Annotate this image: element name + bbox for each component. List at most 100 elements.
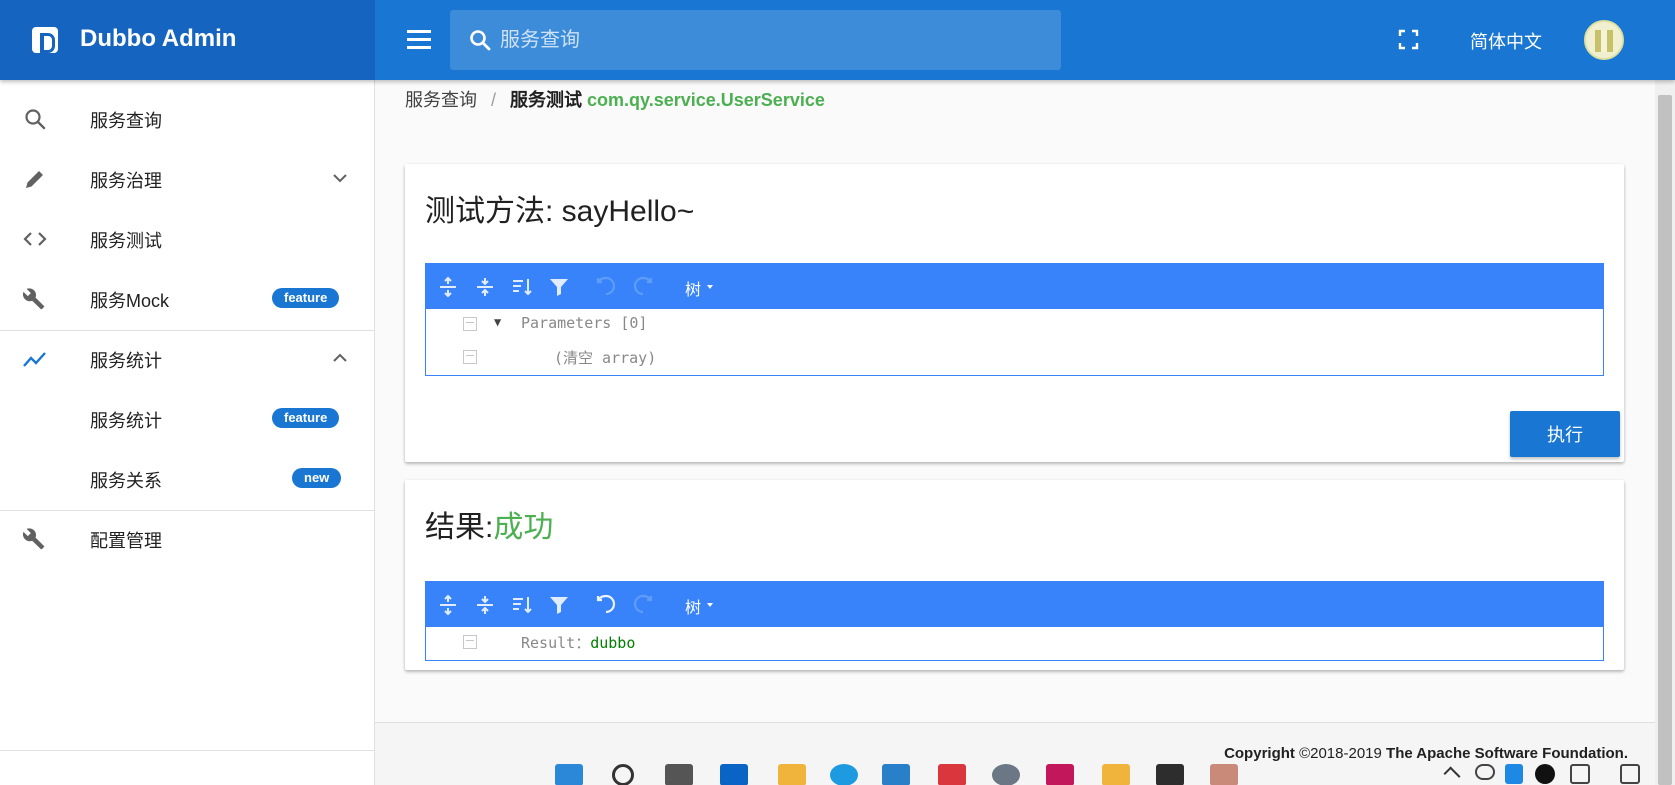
- sidebar-item-service-governance[interactable]: 服务治理: [0, 148, 374, 208]
- search-icon: [470, 30, 491, 51]
- collapse-all-icon[interactable]: [473, 593, 497, 617]
- folder-icon[interactable]: [1102, 764, 1130, 785]
- sidebar-item-config-management[interactable]: 配置管理: [0, 508, 374, 568]
- divider: [0, 750, 374, 751]
- edge-browser-icon[interactable]: [830, 764, 858, 785]
- result-card: 结果:成功 树 Result：dubbo: [405, 480, 1624, 670]
- result-json-editor: 树 Result：dubbo: [425, 581, 1604, 661]
- filter-icon[interactable]: [547, 275, 571, 299]
- avatar[interactable]: [1584, 20, 1624, 60]
- tray-app-icon[interactable]: [1570, 764, 1590, 784]
- file-explorer-icon[interactable]: [778, 764, 806, 785]
- json-editor-toolbar: 树: [426, 264, 1603, 309]
- search-input[interactable]: [500, 24, 1040, 56]
- feature-badge: feature: [272, 288, 340, 308]
- json-key-count: [0]: [620, 314, 648, 332]
- task-view-icon[interactable]: [665, 764, 693, 785]
- chevron-up-icon: [333, 353, 347, 362]
- sidebar-item-label: 服务关系: [90, 471, 162, 491]
- undo-icon[interactable]: [594, 593, 618, 617]
- sidebar-item-label: 服务测试: [90, 231, 162, 251]
- tray-app-icon[interactable]: [1505, 764, 1523, 784]
- menu-icon[interactable]: [405, 27, 433, 53]
- trending-up-icon: [23, 352, 46, 367]
- sidebar-item-label: 配置管理: [90, 531, 162, 551]
- breadcrumb: 服务查询 / 服务测试 com.qy.service.UserService: [405, 86, 825, 112]
- taskbar: [540, 758, 1655, 785]
- cloud-icon[interactable]: [1475, 764, 1495, 780]
- parameters-json-editor: 树 ▼ Parameters [0] (清空 array): [425, 263, 1604, 376]
- filter-icon[interactable]: [547, 593, 571, 617]
- vertical-scrollbar[interactable]: [1655, 0, 1675, 785]
- json-empty-array: (清空 array): [554, 349, 657, 367]
- language-selector[interactable]: 简体中文: [1470, 28, 1542, 54]
- brand-title: Dubbo Admin: [80, 25, 237, 52]
- json-key-name: Result: [521, 634, 576, 652]
- dubbo-logo-icon: [32, 27, 58, 53]
- settings-icon[interactable]: [992, 764, 1020, 785]
- json-key-separator: ：: [575, 634, 591, 652]
- tray-app-icon[interactable]: [1620, 764, 1640, 784]
- select-checkbox[interactable]: [463, 317, 477, 331]
- breadcrumb-service-name: com.qy.service.UserService: [587, 90, 825, 110]
- sidebar-subitem-service-relation[interactable]: 服务关系 new: [0, 448, 374, 508]
- search-icon: [25, 109, 46, 130]
- taskbar-app-icon[interactable]: [882, 764, 910, 785]
- tray-chevron-up-icon[interactable]: [1443, 766, 1461, 784]
- taskbar-app-icon[interactable]: [938, 764, 966, 785]
- brand-area: Dubbo Admin: [0, 0, 375, 80]
- new-badge: new: [292, 468, 342, 488]
- test-method-title: 测试方法: sayHello~: [425, 195, 695, 228]
- sidebar-item-label: 服务统计: [90, 351, 162, 371]
- mode-dropdown[interactable]: 树: [685, 594, 714, 618]
- sidebar-item-service-mock[interactable]: 服务Mock feature: [0, 268, 374, 328]
- breadcrumb-root[interactable]: 服务查询: [405, 90, 477, 110]
- expand-toggle-icon[interactable]: ▼: [494, 315, 501, 329]
- sidebar-item-label: 服务查询: [90, 111, 162, 131]
- fullscreen-icon[interactable]: [1398, 29, 1419, 50]
- windows-start-icon[interactable]: [555, 764, 583, 785]
- json-value: dubbo: [590, 634, 636, 652]
- code-icon: [23, 232, 47, 246]
- wrench-icon: [22, 288, 45, 310]
- sort-icon[interactable]: [510, 593, 534, 617]
- execute-button[interactable]: 执行: [1510, 411, 1620, 457]
- feature-badge: feature: [272, 408, 340, 428]
- top-app-bar: Dubbo Admin 简体中文: [0, 0, 1675, 80]
- mode-dropdown[interactable]: 树: [685, 276, 714, 300]
- taskbar-search-icon[interactable]: [612, 764, 634, 785]
- undo-icon[interactable]: [594, 275, 618, 299]
- pencil-icon: [26, 171, 43, 188]
- test-method-card: 测试方法: sayHello~ 树 ▼ Parameters [0] (清空 a…: [405, 164, 1624, 462]
- scrollbar-thumb[interactable]: [1658, 95, 1672, 785]
- tray-app-icon[interactable]: [1535, 764, 1555, 784]
- sidebar: 服务查询 服务治理 服务测试 服务Mock feature 服务统计 服务统计 …: [0, 80, 375, 785]
- sidebar-subitem-service-statistics[interactable]: 服务统计 feature: [0, 388, 374, 448]
- redo-icon[interactable]: [631, 275, 655, 299]
- collapse-all-icon[interactable]: [473, 275, 497, 299]
- select-checkbox[interactable]: [463, 635, 477, 649]
- select-checkbox[interactable]: [463, 350, 477, 364]
- json-tree-row: (清空 array): [426, 342, 1603, 375]
- sidebar-item-service-test[interactable]: 服务测试: [0, 208, 374, 268]
- breadcrumb-current: 服务测试: [510, 90, 583, 110]
- expand-all-icon[interactable]: [436, 275, 460, 299]
- sidebar-item-service-search[interactable]: 服务查询: [0, 88, 374, 148]
- sidebar-item-service-statistics[interactable]: 服务统计: [0, 328, 374, 388]
- json-key-name: Parameters: [521, 314, 612, 332]
- intellij-icon[interactable]: [1046, 764, 1074, 785]
- json-key: Result：dubbo: [521, 632, 635, 653]
- terminal-icon[interactable]: [1156, 764, 1184, 785]
- search-box[interactable]: [450, 10, 1061, 70]
- sidebar-item-label: 服务Mock: [90, 291, 170, 311]
- expand-all-icon[interactable]: [436, 593, 460, 617]
- taskbar-app-icon[interactable]: [1210, 764, 1238, 785]
- taskbar-app-icon[interactable]: [720, 764, 748, 785]
- sidebar-item-label: 服务统计: [90, 411, 162, 431]
- redo-icon[interactable]: [631, 593, 655, 617]
- result-title-prefix: 结果:: [425, 511, 494, 544]
- json-key: Parameters [0]: [521, 314, 647, 332]
- sort-icon[interactable]: [510, 275, 534, 299]
- json-tree-row: Result：dubbo: [426, 627, 1603, 660]
- breadcrumb-separator: /: [491, 90, 497, 110]
